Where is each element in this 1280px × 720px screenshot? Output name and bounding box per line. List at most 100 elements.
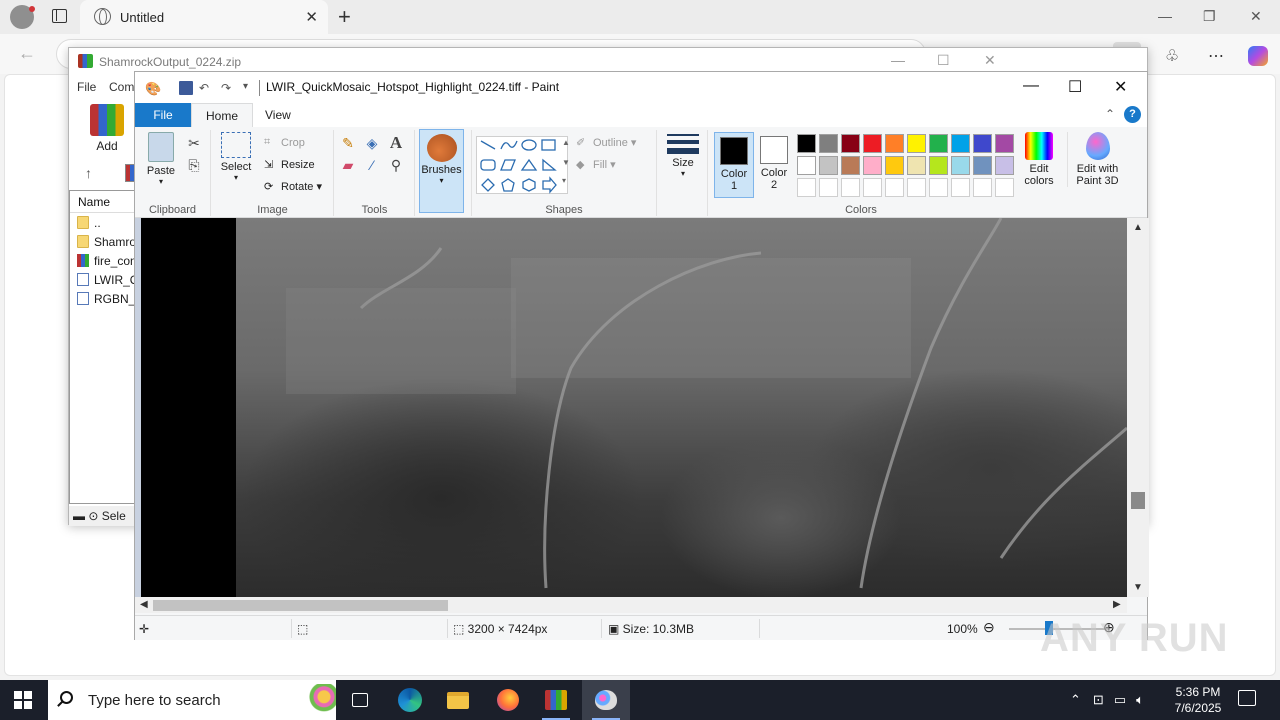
- list-item[interactable]: Shamro: [70, 232, 136, 251]
- winrar-close-button[interactable]: ✕: [984, 52, 996, 69]
- browser-close-button[interactable]: ✕: [1250, 8, 1262, 25]
- shapes-gallery[interactable]: [476, 136, 568, 194]
- edit-with-paint3d-button[interactable]: Edit with Paint 3D: [1067, 132, 1123, 187]
- zoom-out-icon[interactable]: ⊖: [983, 619, 995, 636]
- palette-swatch[interactable]: [973, 178, 992, 197]
- browser-tab[interactable]: Untitled ✕: [80, 0, 328, 34]
- tab-file[interactable]: File: [135, 103, 191, 127]
- resize-button[interactable]: ⇲ Resize: [264, 158, 315, 172]
- palette-swatch[interactable]: [907, 134, 926, 153]
- new-tab-button[interactable]: +: [338, 4, 351, 30]
- add-button[interactable]: Add: [81, 104, 133, 158]
- tab-close-button[interactable]: ✕: [305, 8, 318, 26]
- shapes-scroll-down[interactable]: ▼: [562, 158, 570, 167]
- winrar-minimize-button[interactable]: —: [891, 52, 905, 68]
- palette-swatch[interactable]: [929, 156, 948, 175]
- more-icon[interactable]: ⋯: [1202, 42, 1230, 70]
- fill-bucket-icon[interactable]: ◈: [363, 134, 381, 152]
- list-item[interactable]: ..: [70, 213, 136, 232]
- edit-colors-button[interactable]: Edit colors: [1017, 132, 1061, 187]
- copilot-icon[interactable]: [1244, 42, 1272, 70]
- palette-swatch[interactable]: [885, 134, 904, 153]
- paint-close-button[interactable]: ✕: [1114, 77, 1127, 97]
- palette-swatch[interactable]: [907, 156, 926, 175]
- start-button[interactable]: [14, 691, 32, 709]
- shapes-expand[interactable]: ▾: [562, 176, 566, 185]
- show-hidden-icons[interactable]: ⌃: [1070, 692, 1081, 708]
- text-tool-icon[interactable]: A: [387, 133, 405, 152]
- palette-swatch[interactable]: [929, 134, 948, 153]
- task-view-button[interactable]: [336, 680, 384, 720]
- palette-swatch[interactable]: [951, 134, 970, 153]
- palette-swatch[interactable]: [863, 134, 882, 153]
- extensions-icon[interactable]: ♧: [1158, 42, 1186, 70]
- browser-restore-button[interactable]: ❐: [1203, 8, 1216, 25]
- up-folder-icon[interactable]: ↑: [85, 165, 92, 181]
- scroll-up-arrow[interactable]: ▲: [1133, 222, 1143, 233]
- horizontal-scrollbar[interactable]: ◀ ▶: [135, 597, 1127, 613]
- fill-button[interactable]: ◆ Fill ▾: [576, 158, 616, 172]
- palette-swatch[interactable]: [797, 134, 816, 153]
- palette-swatch[interactable]: [863, 156, 882, 175]
- winrar-maximize-button[interactable]: ☐: [937, 52, 950, 69]
- palette-swatch[interactable]: [885, 178, 904, 197]
- color1-button[interactable]: Color 1: [714, 132, 754, 198]
- vertical-scroll-thumb[interactable]: [1131, 492, 1145, 509]
- taskbar-winrar[interactable]: [532, 680, 580, 720]
- palette-swatch[interactable]: [995, 178, 1014, 197]
- taskbar-explorer[interactable]: [434, 680, 482, 720]
- list-item[interactable]: fire_con: [70, 251, 136, 270]
- network-icon[interactable]: ▭: [1114, 692, 1126, 708]
- palette-swatch[interactable]: [797, 156, 816, 175]
- thermal-image[interactable]: [141, 218, 1127, 597]
- paint-minimize-button[interactable]: —: [1023, 77, 1039, 95]
- taskbar-paint[interactable]: [582, 680, 630, 720]
- menu-file[interactable]: File: [77, 80, 96, 94]
- palette-swatch[interactable]: [841, 156, 860, 175]
- tab-actions-icon[interactable]: [52, 9, 67, 23]
- save-icon[interactable]: [179, 81, 193, 95]
- eraser-icon[interactable]: ▰: [339, 156, 357, 174]
- list-item[interactable]: LWIR_Q: [70, 270, 136, 289]
- column-header-name[interactable]: Name: [70, 191, 136, 213]
- brushes-button[interactable]: Brushes ▾: [419, 129, 464, 213]
- collapse-ribbon-icon[interactable]: ⌃: [1105, 107, 1115, 121]
- paint-maximize-button[interactable]: ☐: [1068, 77, 1082, 97]
- palette-swatch[interactable]: [819, 156, 838, 175]
- network-share-icon[interactable]: ⊡: [1093, 692, 1104, 708]
- cut-icon[interactable]: ✂: [185, 134, 203, 152]
- taskbar-firefox[interactable]: [484, 680, 532, 720]
- palette-swatch[interactable]: [819, 134, 838, 153]
- color-picker-icon[interactable]: ⁄: [363, 156, 381, 174]
- palette-swatch[interactable]: [819, 178, 838, 197]
- palette-swatch[interactable]: [973, 134, 992, 153]
- tab-home[interactable]: Home: [191, 103, 254, 127]
- horizontal-scroll-thumb[interactable]: [153, 600, 448, 611]
- palette-swatch[interactable]: [885, 156, 904, 175]
- menu-commands[interactable]: Com: [109, 80, 134, 94]
- pencil-icon[interactable]: ✎: [339, 134, 357, 152]
- palette-swatch[interactable]: [841, 178, 860, 197]
- palette-swatch[interactable]: [797, 178, 816, 197]
- size-button[interactable]: Size ▾: [664, 134, 702, 178]
- palette-swatch[interactable]: [995, 134, 1014, 153]
- palette-swatch[interactable]: [841, 134, 860, 153]
- volume-icon[interactable]: 🔈︎: [1136, 692, 1144, 708]
- help-icon[interactable]: ?: [1124, 106, 1141, 123]
- taskbar-edge[interactable]: [386, 680, 434, 720]
- copy-icon[interactable]: ⎘: [185, 156, 203, 174]
- profile-avatar[interactable]: [10, 5, 35, 29]
- scroll-down-arrow[interactable]: ▼: [1133, 582, 1143, 593]
- list-item[interactable]: RGBN_C: [70, 289, 136, 308]
- color2-button[interactable]: Color 2: [756, 132, 792, 198]
- outline-button[interactable]: ✐ Outline ▾: [576, 136, 636, 150]
- palette-swatch[interactable]: [951, 156, 970, 175]
- tab-view[interactable]: View: [251, 103, 305, 127]
- customize-qat-icon[interactable]: ▾: [243, 81, 248, 92]
- canvas-viewport[interactable]: [135, 218, 1127, 597]
- scroll-left-arrow[interactable]: ◀: [140, 599, 148, 610]
- undo-icon[interactable]: ↶: [199, 81, 209, 95]
- rotate-button[interactable]: ⟳ Rotate ▾: [264, 180, 322, 194]
- palette-swatch[interactable]: [973, 156, 992, 175]
- select-button[interactable]: Select ▾: [218, 132, 254, 182]
